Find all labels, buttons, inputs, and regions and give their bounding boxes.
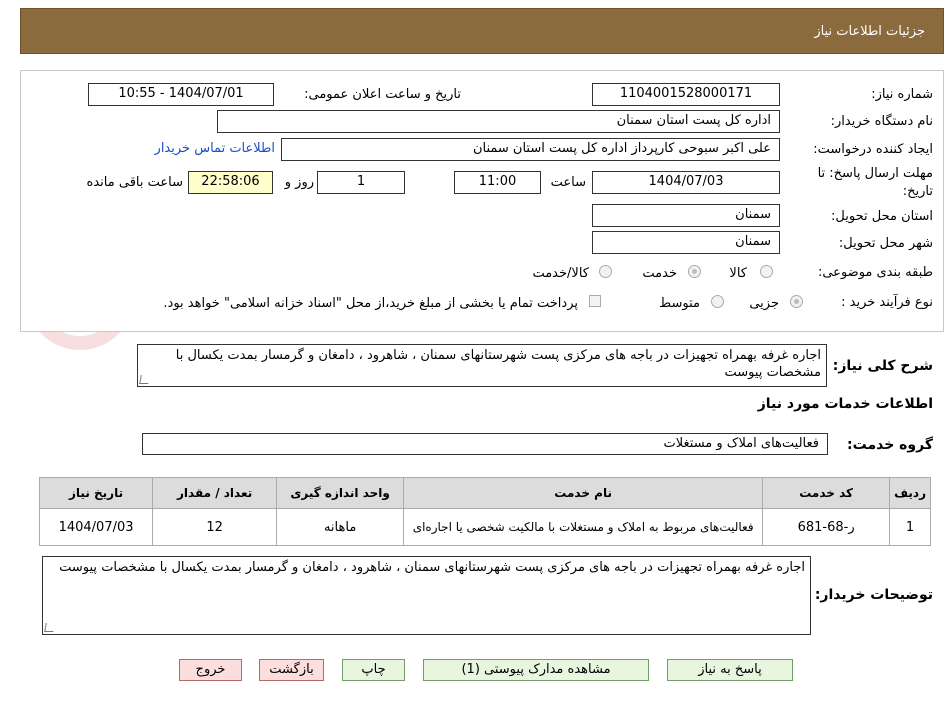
process-radio-medium[interactable] [711,295,724,308]
process-option-minor: جزیی [749,296,779,311]
buyer-contact-link[interactable]: اطلاعات تماس خریدار [155,141,275,156]
col-service-name: نام خدمت [403,477,764,509]
city-label: شهر محل تحویل: [838,236,933,251]
category-label: طبقه بندی موضوعی: [817,265,933,280]
table-row: 1 ر-68-681 فعالیت‌های مربوط به املاک و م… [38,508,931,546]
buyer-org-field: اداره کل پست استان سمنان [217,110,780,133]
reply-button[interactable]: پاسخ به نیاز [667,659,793,681]
category-radio-service[interactable] [688,265,701,278]
category-option-goods: کالا [729,266,747,281]
back-button[interactable]: بازگشت [259,659,324,681]
service-group-field: فعالیت‌های املاک و مستغلات [142,433,828,455]
days-label: روز و [284,175,314,190]
cell-unit: ماهانه [276,508,405,546]
creator-label: ایجاد کننده درخواست: [813,142,933,157]
cell-row: 1 [889,508,931,546]
treasury-checkbox[interactable] [589,295,601,307]
col-unit: واحد اندازه گیری [276,477,405,509]
cell-service-name: فعالیت‌های مربوط به املاک و مستغلات با م… [403,508,764,546]
buyer-notes-label: توضیحات خریدار: [814,587,933,603]
col-service-code: کد خدمت [762,477,891,509]
process-label: نوع فرآیند خرید : [841,295,933,310]
cell-service-code: ر-68-681 [762,508,891,546]
summary-textarea[interactable]: اجاره غرفه بهمراه تجهیزات در باجه های مر… [137,344,827,387]
print-button[interactable]: چاپ [342,659,405,681]
title-bar: جزئیات اطلاعات نیاز [20,8,944,54]
process-radio-minor[interactable] [790,295,803,308]
creator-field: علی اکبر سبوحی کارپرداز اداره کل پست است… [281,138,780,161]
cell-need-date: 1404/07/03 [38,508,154,546]
remaining-label: ساعت باقی مانده [86,175,183,190]
cell-quantity: 12 [152,508,278,546]
resize-grip-icon[interactable] [44,623,55,632]
resize-grip-icon[interactable] [139,375,150,384]
services-table: ردیف کد خدمت نام خدمت واحد اندازه گیری ت… [38,477,931,546]
category-option-goods-service: کالا/خدمت [532,266,589,281]
table-header-row: ردیف کد خدمت نام خدمت واحد اندازه گیری ت… [38,477,931,509]
category-radio-goods[interactable] [760,265,773,278]
deadline-label: مهلت ارسال پاسخ: تا تاریخ: [817,166,933,199]
payment-note: پرداخت تمام یا بخشی از مبلغ خرید،از محل … [163,296,578,311]
province-label: استان محل تحویل: [831,209,933,224]
buyer-notes-textarea[interactable]: اجاره غرفه بهمراه تجهیزات در باجه های مر… [42,556,811,635]
province-field: سمنان [592,204,780,227]
col-row: ردیف [889,477,931,509]
buyer-notes-text: اجاره غرفه بهمراه تجهیزات در باجه های مر… [59,560,805,575]
announce-datetime-field: 1404/07/01 - 10:55 [88,83,274,106]
summary-label: شرح کلی نیاز: [832,358,933,374]
category-option-service: خدمت [642,266,677,281]
deadline-time-label: ساعت [550,175,586,190]
remaining-time-field: 22:58:06 [188,171,273,194]
days-field: 1 [317,171,405,194]
buyer-org-label: نام دستگاه خریدار: [830,114,933,129]
service-group-label: گروه خدمت: [847,437,933,453]
deadline-date-field: 1404/07/03 [592,171,780,194]
process-option-medium: متوسط [659,296,700,311]
services-section-title: اطلاعات خدمات مورد نیاز [757,396,933,412]
exit-button[interactable]: خروج [179,659,242,681]
view-attachments-button[interactable]: مشاهده مدارک پیوستی (1) [423,659,649,681]
need-number-field: 1104001528000171 [592,83,780,106]
announce-label: تاریخ و ساعت اعلان عمومی: [304,87,461,102]
need-number-label: شماره نیاز: [871,87,933,102]
summary-text: اجاره غرفه بهمراه تجهیزات در باجه های مر… [175,348,821,380]
col-quantity: تعداد / مقدار [152,477,278,509]
deadline-time-field: 11:00 [454,171,541,194]
page-title: جزئیات اطلاعات نیاز [814,24,925,39]
col-need-date: تاریخ نیاز [38,477,154,509]
category-radio-goods-service[interactable] [599,265,612,278]
city-field: سمنان [592,231,780,254]
